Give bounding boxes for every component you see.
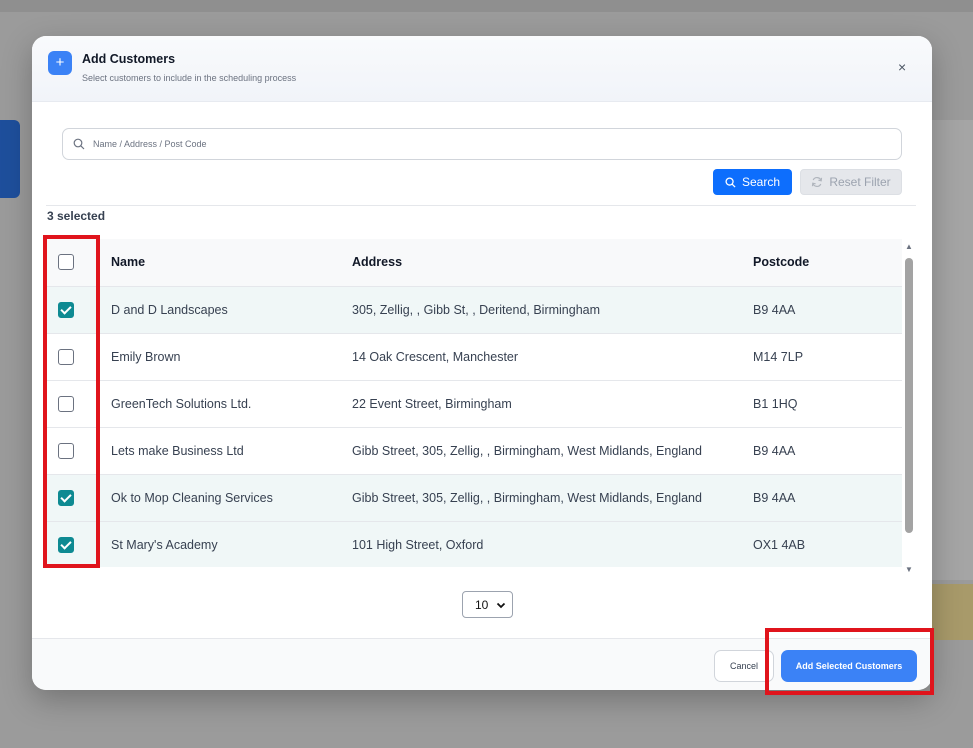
page-size-select[interactable]: 10 <box>462 591 513 618</box>
cell-postcode: B9 4AA <box>753 302 796 317</box>
search-icon <box>73 138 85 150</box>
cell-name: Emily Brown <box>111 349 181 364</box>
table-row[interactable]: Lets make Business Ltd Gibb Street, 305,… <box>46 427 902 474</box>
add-customers-modal: + Add Customers Select customers to incl… <box>32 36 932 690</box>
search-input[interactable] <box>93 129 893 159</box>
table-row[interactable]: Emily Brown 14 Oak Crescent, Manchester … <box>46 333 902 380</box>
table-row[interactable]: St Mary's Academy 101 High Street, Oxfor… <box>46 521 902 567</box>
close-icon[interactable]: × <box>898 60 906 74</box>
divider <box>46 205 916 206</box>
cell-postcode: B9 4AA <box>753 443 796 458</box>
column-header-address[interactable]: Address <box>338 239 739 286</box>
cell-address: Gibb Street, 305, Zellig, , Birmingham, … <box>352 443 702 458</box>
backdrop-notice <box>932 584 973 640</box>
modal-subtitle: Select customers to include in the sched… <box>82 73 297 83</box>
cell-address: 101 High Street, Oxford <box>352 537 484 552</box>
highlight-checkbox-column <box>43 235 100 568</box>
search-icon <box>725 176 736 188</box>
search-button-label: Search <box>741 175 781 189</box>
scrollbar-thumb[interactable] <box>905 258 913 533</box>
backdrop-card <box>930 120 973 580</box>
table-header-row: Name Address Postcode <box>46 239 902 286</box>
modal-header: + Add Customers Select customers to incl… <box>32 36 932 102</box>
modal-title: Add Customers <box>82 52 176 66</box>
column-header-postcode[interactable]: Postcode <box>739 239 902 286</box>
highlight-add-button <box>765 628 934 695</box>
cell-address: Gibb Street, 305, Zellig, , Birmingham, … <box>352 490 702 505</box>
page-size-value: 10 <box>475 597 489 612</box>
table-row[interactable]: Ok to Mop Cleaning Services Gibb Street,… <box>46 474 902 521</box>
cell-name: Ok to Mop Cleaning Services <box>111 490 273 505</box>
reset-filter-label: Reset Filter <box>829 175 891 189</box>
customers-table: Name Address Postcode D and D Landscapes… <box>46 239 902 567</box>
backdrop-sidebar-tab <box>0 120 20 198</box>
search-box <box>62 128 902 160</box>
table-row[interactable]: D and D Landscapes 305, Zellig, , Gibb S… <box>46 286 902 333</box>
scroll-down-arrow[interactable]: ▼ <box>903 565 915 575</box>
table-row[interactable]: GreenTech Solutions Ltd. 22 Event Street… <box>46 380 902 427</box>
selected-count: 3 selected <box>47 209 106 223</box>
cell-postcode: B1 1HQ <box>753 396 798 411</box>
cell-address: 305, Zellig, , Gibb St, , Deritend, Birm… <box>352 302 601 317</box>
cell-name: D and D Landscapes <box>111 302 228 317</box>
chevron-down-icon <box>496 602 506 609</box>
cell-name: St Mary's Academy <box>111 537 218 552</box>
backdrop-topbar <box>0 0 973 12</box>
reset-filter-button[interactable]: Reset Filter <box>800 169 902 195</box>
cell-name: Lets make Business Ltd <box>111 443 244 458</box>
refresh-icon <box>812 176 823 188</box>
cell-address: 14 Oak Crescent, Manchester <box>352 349 519 364</box>
scroll-up-arrow[interactable]: ▲ <box>903 242 915 252</box>
column-header-name[interactable]: Name <box>97 239 338 286</box>
cell-address: 22 Event Street, Birmingham <box>352 396 512 411</box>
plus-icon: + <box>48 51 72 75</box>
cell-name: GreenTech Solutions Ltd. <box>111 396 252 411</box>
search-button[interactable]: Search <box>713 169 792 195</box>
cell-postcode: OX1 4AB <box>753 537 806 552</box>
cell-postcode: B9 4AA <box>753 490 796 505</box>
cell-postcode: M14 7LP <box>753 349 804 364</box>
